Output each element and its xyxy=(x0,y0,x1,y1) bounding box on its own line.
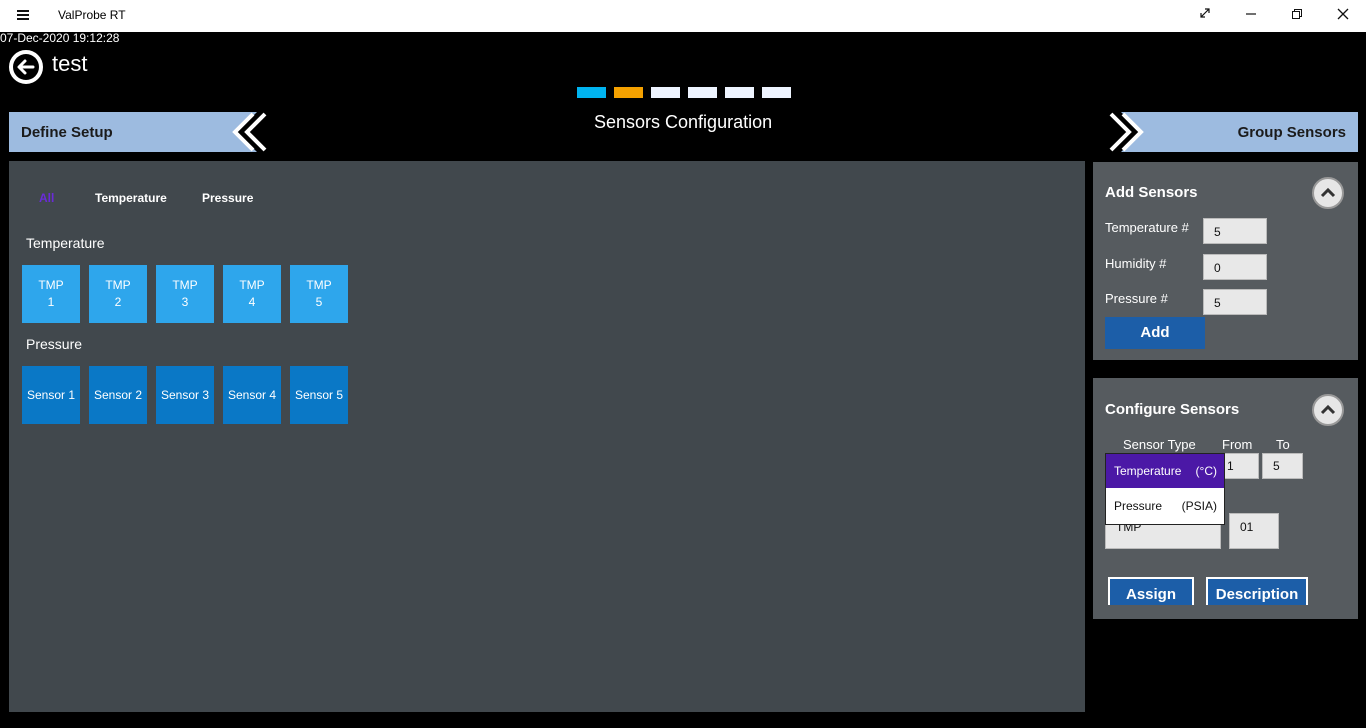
step-5 xyxy=(725,87,754,98)
temperature-sensor-tile[interactable]: TMP 4 xyxy=(223,265,281,323)
step-3 xyxy=(651,87,680,98)
collapse-configure-sensors-button[interactable] xyxy=(1312,394,1344,426)
dropdown-option-pressure[interactable]: Pressure (PSIA) xyxy=(1106,489,1224,523)
timestamp: 07-Dec-2020 19:12:28 xyxy=(0,31,120,45)
tile-type: TMP xyxy=(239,278,265,292)
tile-label: Sensor 1 xyxy=(26,387,76,402)
prev-step-label: Define Setup xyxy=(21,124,113,141)
sensor-type-header: Sensor Type xyxy=(1123,437,1196,452)
hamburger-menu-icon[interactable] xyxy=(17,9,29,21)
filter-pressure[interactable]: Pressure xyxy=(202,191,253,205)
pressure-sensor-tile[interactable]: Sensor 3 xyxy=(156,366,214,424)
filter-temperature[interactable]: Temperature xyxy=(95,191,167,205)
add-sensors-title: Add Sensors xyxy=(1105,184,1198,201)
tile-label: Sensor 3 xyxy=(160,387,210,402)
minimize-icon[interactable] xyxy=(1228,0,1274,32)
tile-type: TMP xyxy=(306,278,332,292)
close-icon[interactable] xyxy=(1320,0,1366,32)
tile-number: 3 xyxy=(181,295,189,309)
temperature-count-input[interactable]: 5 xyxy=(1203,218,1267,244)
pressure-group-label: Pressure xyxy=(26,336,83,352)
sensor-type-dropdown[interactable]: Temperature (°C) Pressure (PSIA) xyxy=(1105,453,1225,525)
pressure-count-label: Pressure # xyxy=(1105,291,1168,306)
option-name: Temperature xyxy=(1114,464,1182,478)
dropdown-option-temperature[interactable]: Temperature (°C) xyxy=(1106,454,1224,488)
restore-icon[interactable] xyxy=(1182,0,1228,32)
temperature-group-label: Temperature xyxy=(26,235,105,251)
tile-type: TMP xyxy=(105,278,131,292)
back-button[interactable] xyxy=(9,50,43,84)
option-unit: (°C) xyxy=(1195,464,1217,478)
step-1 xyxy=(577,87,606,98)
add-button[interactable]: Add xyxy=(1105,317,1205,349)
tile-number: 5 xyxy=(315,295,323,309)
step-4 xyxy=(688,87,717,98)
chevron-right-icon xyxy=(1109,112,1155,152)
next-step-button[interactable]: Group Sensors xyxy=(1109,112,1358,152)
maximize-icon[interactable] xyxy=(1274,0,1320,32)
tile-number: 2 xyxy=(114,295,122,309)
option-name: Pressure xyxy=(1114,499,1163,513)
pressure-sensor-tile[interactable]: Sensor 2 xyxy=(89,366,147,424)
tile-number: 4 xyxy=(248,295,256,309)
next-step-label: Group Sensors xyxy=(1237,124,1346,141)
description-button[interactable]: Description xyxy=(1206,577,1308,605)
step-6 xyxy=(762,87,791,98)
temperature-sensor-tile[interactable]: TMP 3 xyxy=(156,265,214,323)
tile-label: Sensor 2 xyxy=(93,387,143,402)
to-header: To xyxy=(1276,437,1290,452)
from-input[interactable]: 1 xyxy=(1222,453,1259,479)
step-2 xyxy=(614,87,643,98)
screen-title: Sensors Configuration xyxy=(594,112,773,132)
pressure-sensor-tile[interactable]: Sensor 4 xyxy=(223,366,281,424)
temperature-sensor-tile[interactable]: TMP 2 xyxy=(89,265,147,323)
assign-button[interactable]: Assign xyxy=(1108,577,1194,605)
chevron-up-icon xyxy=(1320,404,1336,415)
collapse-add-sensors-button[interactable] xyxy=(1312,177,1344,209)
option-unit: (PSIA) xyxy=(1181,499,1217,513)
pressure-count-input[interactable]: 5 xyxy=(1203,289,1267,315)
to-input[interactable]: 5 xyxy=(1262,453,1303,479)
tile-number: 1 xyxy=(47,295,55,309)
pressure-sensor-tile[interactable]: Sensor 1 xyxy=(22,366,80,424)
title-bar: ValProbe RT xyxy=(0,0,1366,32)
sensor-grid-panel xyxy=(9,161,1085,712)
configure-sensors-title: Configure Sensors xyxy=(1105,401,1240,418)
tile-label: Sensor 4 xyxy=(227,387,277,402)
back-arrow-icon xyxy=(13,54,39,80)
tile-type: TMP xyxy=(172,278,198,292)
tile-label: Sensor 5 xyxy=(294,387,344,402)
humidity-count-label: Humidity # xyxy=(1105,256,1167,271)
start-number-input[interactable]: 01 xyxy=(1229,513,1279,549)
temperature-sensor-tile[interactable]: TMP 5 xyxy=(290,265,348,323)
page-title: test xyxy=(52,51,88,76)
tile-type: TMP xyxy=(38,278,64,292)
filter-all[interactable]: All xyxy=(39,191,54,205)
temperature-count-label: Temperature # xyxy=(1105,220,1189,235)
pressure-sensor-tile[interactable]: Sensor 5 xyxy=(290,366,348,424)
humidity-count-input[interactable]: 0 xyxy=(1203,254,1267,280)
prev-step-button[interactable]: Define Setup xyxy=(9,112,267,152)
chevron-up-icon xyxy=(1320,187,1336,198)
chevron-left-icon xyxy=(221,112,267,152)
app-title: ValProbe RT xyxy=(58,8,126,22)
from-header: From xyxy=(1222,437,1253,452)
temperature-sensor-tile[interactable]: TMP 1 xyxy=(22,265,80,323)
